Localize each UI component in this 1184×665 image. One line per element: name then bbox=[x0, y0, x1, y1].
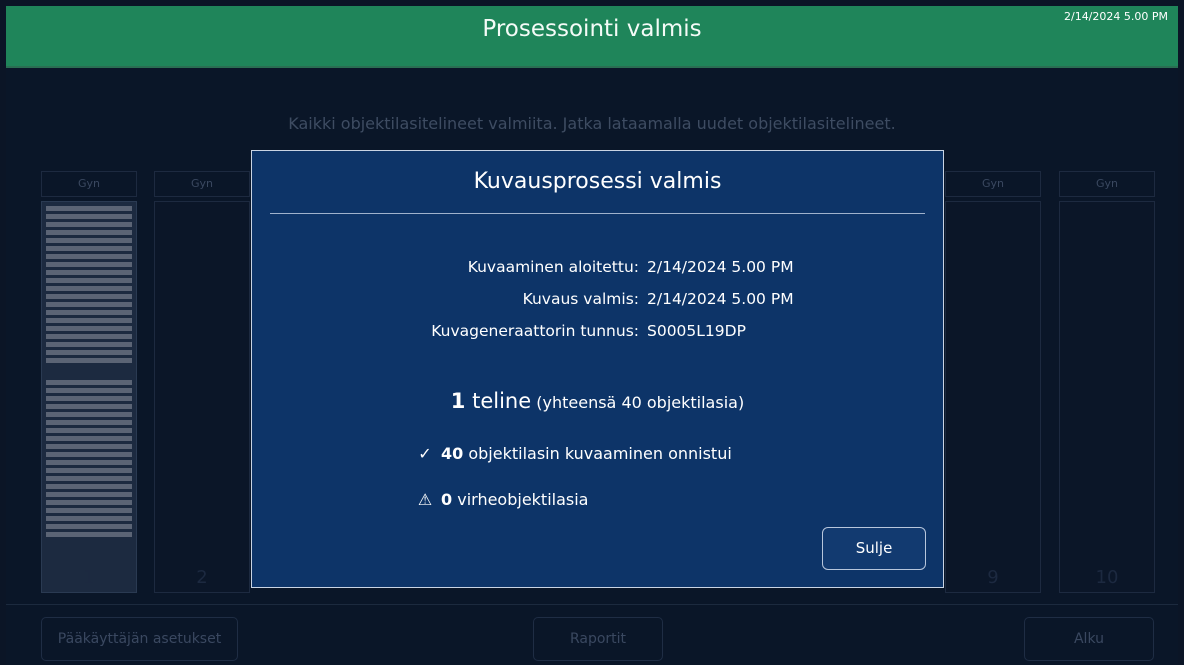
close-button[interactable]: Sulje bbox=[822, 527, 926, 570]
slide bbox=[46, 516, 132, 521]
slide bbox=[46, 270, 132, 275]
slide bbox=[46, 294, 132, 299]
slide bbox=[46, 358, 132, 363]
info-row-generator: Kuvageneraattorin tunnus: S0005L19DP bbox=[252, 322, 945, 346]
rack-slot-10[interactable]: Gyn 10 bbox=[1059, 171, 1155, 593]
slide bbox=[46, 302, 132, 307]
slide bbox=[46, 396, 132, 401]
slide bbox=[46, 484, 132, 489]
reports-button[interactable]: Raportit bbox=[533, 617, 663, 661]
slide bbox=[46, 310, 132, 315]
rack-slot-9[interactable]: Gyn 9 bbox=[945, 171, 1041, 593]
app-window: Prosessointi valmis 2/14/2024 5.00 PM Ka… bbox=[6, 6, 1178, 665]
rack-word: teline bbox=[472, 389, 532, 413]
info-row-started: Kuvaaminen aloitettu: 2/14/2024 5.00 PM bbox=[252, 258, 945, 282]
slide-gap bbox=[46, 366, 132, 380]
dialog-divider bbox=[270, 213, 925, 214]
slide bbox=[46, 412, 132, 417]
slide bbox=[46, 262, 132, 267]
header-datetime: 2/14/2024 5.00 PM bbox=[1063, 10, 1168, 23]
admin-settings-button[interactable]: Pääkäyttäjän asetukset bbox=[41, 617, 238, 661]
rack-detail: (yhteensä 40 objektilasia) bbox=[536, 393, 745, 412]
success-count: 40 bbox=[441, 444, 464, 463]
started-value: 2/14/2024 5.00 PM bbox=[647, 258, 794, 276]
slide bbox=[46, 278, 132, 283]
rack-label: Gyn bbox=[41, 171, 137, 197]
home-button[interactable]: Alku bbox=[1024, 617, 1154, 661]
slide bbox=[46, 532, 132, 537]
rack-number: 9 bbox=[987, 567, 999, 588]
page-title: Prosessointi valmis bbox=[482, 16, 702, 42]
slide bbox=[46, 334, 132, 339]
slide bbox=[46, 500, 132, 505]
rack-count: 1 bbox=[450, 389, 466, 413]
finished-value: 2/14/2024 5.00 PM bbox=[647, 290, 794, 308]
slide-stack bbox=[46, 206, 132, 540]
slide bbox=[46, 254, 132, 259]
header-bar: Prosessointi valmis 2/14/2024 5.00 PM bbox=[6, 6, 1178, 68]
generator-value: S0005L19DP bbox=[647, 322, 746, 340]
info-row-finished: Kuvaus valmis: 2/14/2024 5.00 PM bbox=[252, 290, 945, 314]
rack-number: 10 bbox=[1095, 567, 1119, 588]
rack-body: 2 bbox=[154, 201, 250, 593]
slide bbox=[46, 476, 132, 481]
error-text: virheobjektilasia bbox=[457, 490, 589, 509]
rack-label: Gyn bbox=[154, 171, 250, 197]
slide bbox=[46, 222, 132, 227]
instruction-text: Kaikki objektilasitelineet valmiita. Jat… bbox=[288, 114, 896, 133]
finished-label: Kuvaus valmis: bbox=[522, 290, 639, 308]
rack-number: 1 bbox=[83, 567, 95, 588]
success-stat: ✓ 40 objektilasin kuvaaminen onnistui bbox=[415, 444, 732, 463]
slide bbox=[46, 452, 132, 457]
rack-body: 10 bbox=[1059, 201, 1155, 593]
slide bbox=[46, 460, 132, 465]
generator-label: Kuvageneraattorin tunnus: bbox=[431, 322, 639, 340]
slide bbox=[46, 206, 132, 211]
slide bbox=[46, 230, 132, 235]
rack-body: 1 bbox=[41, 201, 137, 593]
slide bbox=[46, 286, 132, 291]
slide bbox=[46, 342, 132, 347]
warning-icon: ⚠ bbox=[417, 490, 433, 509]
slide bbox=[46, 436, 132, 441]
error-count: 0 bbox=[441, 490, 453, 509]
slide bbox=[46, 246, 132, 251]
slide bbox=[46, 350, 132, 355]
slide bbox=[46, 404, 132, 409]
slide bbox=[46, 428, 132, 433]
slide bbox=[46, 388, 132, 393]
footer-divider bbox=[6, 604, 1178, 605]
slide bbox=[46, 380, 132, 385]
slide bbox=[46, 214, 132, 219]
slide bbox=[46, 524, 132, 529]
rack-slot-2[interactable]: Gyn 2 bbox=[154, 171, 250, 593]
slide bbox=[46, 492, 132, 497]
checkmark-icon: ✓ bbox=[418, 444, 432, 463]
slide bbox=[46, 326, 132, 331]
slide bbox=[46, 508, 132, 513]
rack-slot-1[interactable]: Gyn 1 bbox=[41, 171, 137, 593]
rack-body: 9 bbox=[945, 201, 1041, 593]
rack-number: 2 bbox=[196, 567, 208, 588]
slide bbox=[46, 318, 132, 323]
slide bbox=[46, 444, 132, 449]
slide bbox=[46, 420, 132, 425]
completion-dialog: Kuvausprosessi valmis Kuvaaminen aloitet… bbox=[251, 150, 944, 588]
dialog-title: Kuvausprosessi valmis bbox=[473, 169, 722, 194]
rack-label: Gyn bbox=[945, 171, 1041, 197]
slide bbox=[46, 238, 132, 243]
slide bbox=[46, 468, 132, 473]
success-text: objektilasin kuvaaminen onnistui bbox=[468, 444, 732, 463]
started-label: Kuvaaminen aloitettu: bbox=[467, 258, 639, 276]
error-stat: ⚠ 0 virheobjektilasia bbox=[415, 490, 589, 509]
rack-summary: 1 teline (yhteensä 40 objektilasia) bbox=[252, 389, 943, 413]
rack-label: Gyn bbox=[1059, 171, 1155, 197]
